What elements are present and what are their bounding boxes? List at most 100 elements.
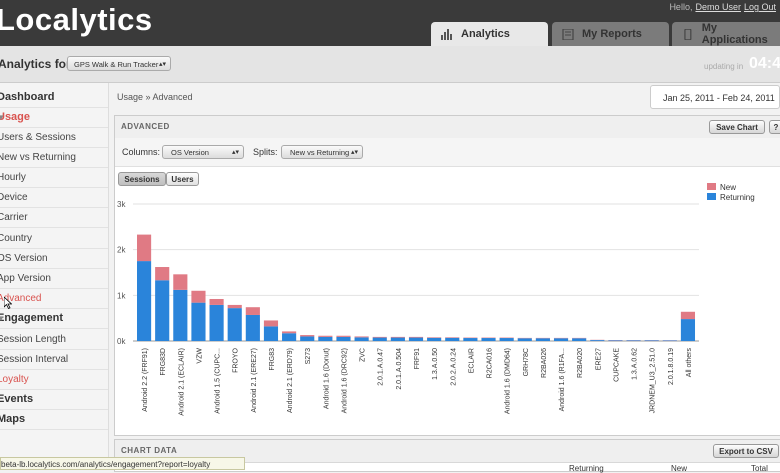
bar-returning[interactable] [318,337,332,341]
bar-new[interactable] [155,267,169,280]
bar-returning[interactable] [645,340,659,341]
sidebar-item-label: Carrier [0,208,28,227]
legend-swatch-new [707,183,716,190]
tab-my-reports[interactable]: My Reports [552,22,669,46]
bar-returning[interactable] [463,338,477,341]
x-tick-label: 2.0.1.8.0.19 [668,348,675,385]
bar-returning[interactable] [500,338,514,341]
bar-returning[interactable] [191,303,205,341]
bar-returning[interactable] [300,336,314,341]
bar-returning[interactable] [409,338,423,341]
user-greeting: Hello,Demo UserLog Out [669,2,776,12]
bar-returning[interactable] [663,340,677,341]
bar-returning[interactable] [155,280,169,341]
bar-returning[interactable] [590,340,604,341]
bar-returning[interactable] [246,315,260,341]
bar-returning[interactable] [608,340,622,341]
date-range-picker[interactable]: Jan 25, 2011 - Feb 24, 2011 [650,85,780,109]
sidebar-item-maps[interactable]: Maps [0,410,108,430]
x-tick-label: S273 [305,348,312,364]
y-tick-label: 2k [117,246,126,255]
bar-new[interactable] [264,320,278,326]
bar-returning[interactable] [391,338,405,341]
bar-new[interactable] [427,337,441,338]
export-csv-button[interactable]: Export to CSV [713,444,779,458]
collapse-arrow-icon[interactable]: ▼ [0,108,5,127]
bar-returning[interactable] [681,319,695,341]
sidebar-item-dashboard[interactable]: Dashboard [0,88,108,108]
bar-new[interactable] [373,337,387,338]
bar-returning[interactable] [554,338,568,341]
bar-returning[interactable] [173,290,187,341]
x-tick-label: Android 2.2 (FRF91) [142,348,149,412]
x-tick-label: FROYO [233,347,240,372]
bar-new[interactable] [137,235,151,261]
bar-returning[interactable] [373,338,387,341]
user-link[interactable]: Demo User [695,2,741,12]
sidebar-item-app-version[interactable]: App Version [0,269,108,289]
sidebar-item-users-sessions[interactable]: Users & Sessions [0,128,108,148]
sidebar-item-session-length[interactable]: Session Length [0,330,108,350]
bar-returning[interactable] [137,261,151,341]
sidebar-item-country[interactable]: Country [0,229,108,249]
bar-new[interactable] [355,336,369,337]
sidebar-item-loyalty[interactable]: Loyalty [0,370,108,390]
sidebar-item-device[interactable]: Device [0,188,108,208]
bar-new[interactable] [191,291,205,303]
x-tick-label: Android 1.6 (R1FA... [559,348,566,411]
bar-new[interactable] [409,337,423,338]
bar-new[interactable] [318,336,332,337]
sidebar-item-label: Device [0,188,28,207]
sidebar-item-carrier[interactable]: Carrier [0,208,108,228]
sidebar-item-session-interval[interactable]: Session Interval [0,350,108,370]
bar-returning[interactable] [282,333,296,341]
bar-new[interactable] [173,274,187,290]
x-tick-label: R2BA020 [577,348,584,378]
collapse-arrow-icon[interactable]: ▼ [0,309,5,328]
sidebar-item-new-vs-returning[interactable]: New vs Returning [0,148,108,168]
y-tick-label: 3k [117,200,126,209]
x-tick-label: 2.0.1.A.0.47 [378,348,385,386]
logout-link[interactable]: Log Out [744,2,776,12]
sidebar-item-os-version[interactable]: OS Version [0,249,108,269]
analytics-for-label: Analytics for: [0,57,75,71]
bar-new[interactable] [300,335,314,336]
sidebar-item-engagement[interactable]: Engagement▼ [0,309,108,329]
x-tick-label: VZW [196,348,203,364]
tab-analytics[interactable]: Analytics [431,22,548,46]
bar-new[interactable] [681,312,695,319]
bar-new[interactable] [210,299,224,305]
bar-new[interactable] [282,331,296,333]
bar-new[interactable] [246,307,260,315]
bar-new[interactable] [228,305,242,308]
bar-returning[interactable] [264,326,278,341]
x-tick-label: GRH78C [523,348,530,376]
bar-returning[interactable] [445,338,459,341]
sidebar-item-label: Events [0,390,33,409]
sidebar-item-events[interactable]: Events [0,390,108,410]
tab-my-applications[interactable]: My Applications [672,22,780,46]
bar-returning[interactable] [427,338,441,341]
bar-returning[interactable] [336,337,350,341]
bar-new[interactable] [336,336,350,337]
x-tick-label: 2.0.1.A.0.504 [396,348,403,390]
x-tick-label: R2CA016 [487,348,494,378]
sidebar-item-hourly[interactable]: Hourly [0,168,108,188]
bar-returning[interactable] [210,305,224,341]
breadcrumb: Usage » Advanced [117,92,193,102]
bar-returning[interactable] [481,338,495,341]
sidebar-item-label: Hourly [0,168,26,187]
bar-returning[interactable] [572,338,586,341]
sidebar-item-usage[interactable]: Usage▼ [0,108,108,128]
bar-new[interactable] [391,337,405,338]
bar-new[interactable] [445,337,459,338]
bar-returning[interactable] [228,308,242,341]
sidebar: DashboardUsage▼Users & SessionsNew vs Re… [0,83,109,470]
sidebar-item-advanced[interactable]: Advanced [0,289,108,309]
bar-returning[interactable] [355,337,369,341]
x-tick-label: 1.3.A.0.62 [632,348,639,380]
bar-returning[interactable] [518,338,532,341]
bar-returning[interactable] [536,338,550,341]
bar-returning[interactable] [626,340,640,341]
app-select[interactable]: GPS Walk & Run Tracker ▴▾ [67,56,171,71]
